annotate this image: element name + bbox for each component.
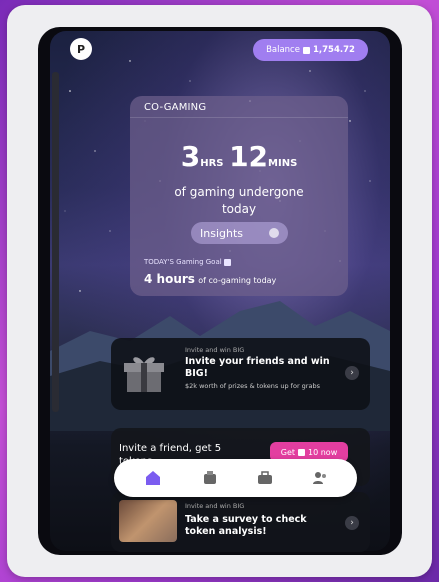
minutes-value: 12 bbox=[229, 140, 269, 173]
gaming-caption: of gaming undergone today bbox=[130, 184, 348, 218]
survey-card[interactable]: Invite and win BIG Take a survey to chec… bbox=[111, 492, 370, 552]
survey-small-label: Invite and win BIG bbox=[185, 502, 245, 510]
get-label: Get bbox=[280, 447, 296, 457]
token-icon bbox=[298, 448, 306, 456]
caption-line-1: of gaming undergone bbox=[174, 185, 304, 199]
caption-line-2: today bbox=[221, 202, 257, 216]
balance-amount: 1,754.72 bbox=[312, 45, 355, 55]
controller-icon[interactable] bbox=[199, 467, 221, 489]
invite-title: Invite your friends and win BIG! bbox=[185, 356, 330, 379]
invite-card[interactable]: Invite and win BIG Invite your friends a… bbox=[111, 338, 370, 410]
survey-title: Take a survey to check token analysis! bbox=[185, 514, 307, 537]
users-icon[interactable] bbox=[309, 467, 331, 489]
bottom-nav bbox=[114, 459, 357, 497]
edit-icon[interactable] bbox=[223, 258, 231, 266]
balance-label: Balance bbox=[266, 45, 300, 55]
goal-suffix: of co-gaming today bbox=[198, 276, 277, 285]
insights-label: Insights bbox=[200, 226, 244, 240]
hours-value: 3 bbox=[180, 140, 201, 173]
insights-toggle[interactable]: Insights bbox=[191, 222, 288, 244]
home-icon[interactable] bbox=[142, 467, 164, 489]
chevron-right-icon[interactable]: › bbox=[345, 516, 359, 530]
gift-box-icon bbox=[124, 357, 164, 392]
goal-hours: 4 hours bbox=[144, 272, 195, 286]
scroll-indicator[interactable] bbox=[52, 72, 59, 412]
card-header: CO-GAMING bbox=[130, 96, 348, 118]
minutes-unit: MINS bbox=[268, 158, 298, 169]
token-icon bbox=[302, 46, 310, 54]
goal-value: 4 hours of co-gaming today bbox=[144, 272, 276, 286]
goal-label: TODAY'S Gaming Goal bbox=[144, 258, 231, 266]
gaming-time: 3HRS 12MINS bbox=[130, 140, 348, 173]
briefcase-icon[interactable] bbox=[254, 467, 276, 489]
toggle-knob bbox=[269, 228, 279, 238]
avatar-initial: P bbox=[76, 42, 86, 56]
chevron-right-icon[interactable]: › bbox=[345, 366, 359, 380]
invite-description: $2k worth of prizes & tokens up for grab… bbox=[185, 382, 320, 390]
invite-small-label: Invite and win BIG bbox=[185, 346, 245, 354]
hours-unit: HRS bbox=[200, 158, 224, 169]
profile-avatar[interactable]: P bbox=[70, 38, 92, 60]
co-gaming-card: CO-GAMING 3HRS 12MINS of gaming undergon… bbox=[130, 96, 348, 296]
balance-pill[interactable]: Balance 1,754.72 bbox=[253, 39, 368, 61]
get-value: 10 now bbox=[308, 447, 338, 457]
survey-thumbnail bbox=[119, 500, 177, 542]
goal-label-text: TODAY'S Gaming Goal bbox=[144, 258, 222, 266]
